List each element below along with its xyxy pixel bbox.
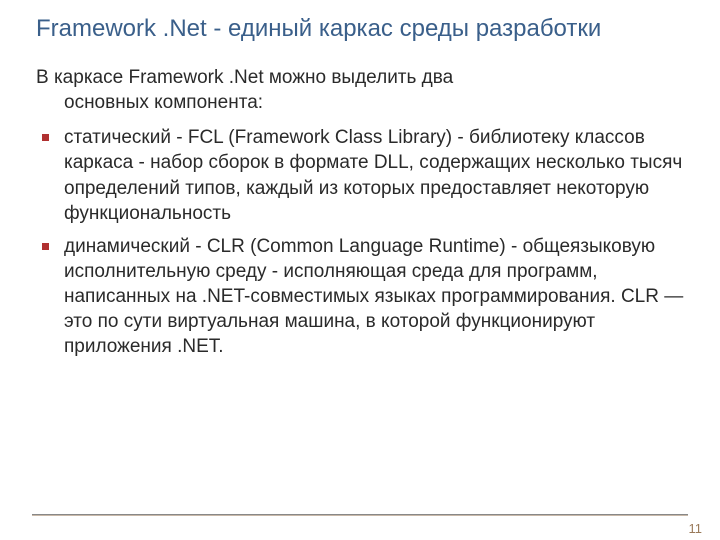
slide-title: Framework .Net - единый каркас среды раз… <box>32 14 688 44</box>
square-bullet-icon <box>42 243 49 250</box>
intro-paragraph: В каркасе Framework .Net можно выделить … <box>32 66 688 115</box>
page-number: 11 <box>689 521 703 536</box>
list-item: динамический - CLR (Common Language Runt… <box>64 234 688 359</box>
bullet-text: статический - FCL (Framework Class Libra… <box>64 127 682 223</box>
bullet-list: статический - FCL (Framework Class Libra… <box>32 125 688 359</box>
intro-line-1: В каркасе Framework .Net можно выделить … <box>36 67 453 88</box>
square-bullet-icon <box>42 134 49 141</box>
list-item: статический - FCL (Framework Class Libra… <box>64 125 688 225</box>
bullet-text: динамический - CLR (Common Language Runt… <box>64 236 683 357</box>
intro-line-2: основных компонента: <box>36 91 688 116</box>
footer-divider <box>32 514 688 516</box>
slide-container: Framework .Net - единый каркас среды раз… <box>0 0 720 540</box>
